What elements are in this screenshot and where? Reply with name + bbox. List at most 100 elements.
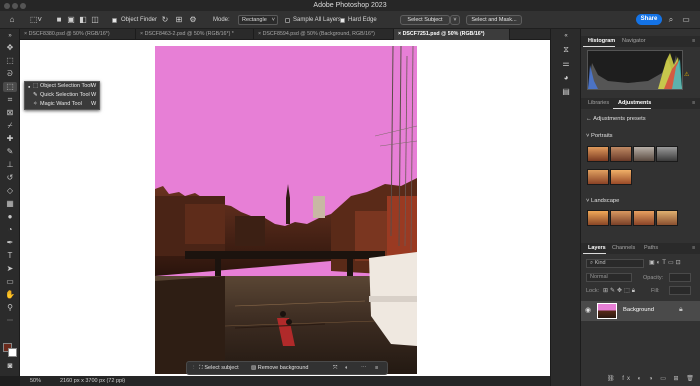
adjustment-icon[interactable]: ◐ bbox=[345, 364, 348, 373]
panel-menu-icon[interactable]: ≡ bbox=[687, 243, 695, 254]
pen-icon[interactable]: ✒ bbox=[3, 238, 17, 248]
subtract-selection-icon[interactable]: ◧ bbox=[78, 14, 88, 26]
eraser-icon[interactable]: ◇ bbox=[3, 186, 17, 196]
show-all-objects-icon[interactable]: ⊞ bbox=[174, 14, 184, 26]
lock-icon[interactable]: 🔒︎ bbox=[679, 306, 683, 314]
healing-brush-icon[interactable]: ✚ bbox=[3, 134, 17, 144]
preset-thumbnail[interactable] bbox=[610, 169, 632, 185]
warning-icon[interactable]: ⚠ bbox=[684, 71, 689, 78]
preset-thumbnail[interactable] bbox=[656, 210, 678, 226]
preset-thumbnail[interactable] bbox=[633, 210, 655, 226]
flyout-item-object-selection[interactable]: ● ⬚ Object Selection Tool W bbox=[25, 82, 99, 91]
preset-thumbnail[interactable] bbox=[587, 146, 609, 162]
path-selection-icon[interactable]: ➤ bbox=[3, 264, 17, 274]
layer-row-background[interactable]: ◉ Background 🔒︎ bbox=[581, 301, 700, 321]
shape-icon[interactable]: ▭ bbox=[3, 277, 17, 287]
select-subject-button[interactable]: Select Subject bbox=[400, 15, 450, 25]
marquee-icon[interactable]: ⬚ bbox=[3, 56, 17, 66]
lasso-icon[interactable]: ᘐ bbox=[3, 69, 17, 79]
close-window-button[interactable] bbox=[4, 3, 10, 9]
preset-thumbnail[interactable] bbox=[587, 210, 609, 226]
clone-stamp-icon[interactable]: ⊥ bbox=[3, 160, 17, 170]
doc-tab[interactable]: × DSCF8594.psd @ 50% (Background, RGB/16… bbox=[254, 29, 394, 40]
doc-tab-active[interactable]: × DSCF7251.psd @ 50% (RGB/16*) bbox=[394, 29, 510, 40]
add-selection-icon[interactable]: ▣ bbox=[66, 14, 76, 26]
preset-thumbnail[interactable] bbox=[610, 210, 632, 226]
workspace-icon[interactable]: ▭ bbox=[680, 14, 692, 26]
home-icon[interactable]: ⌂ bbox=[6, 14, 18, 26]
object-selection-tool-icon[interactable]: ⬚ bbox=[3, 82, 17, 92]
select-and-mask-button[interactable]: Select and Mask... bbox=[466, 15, 522, 25]
document-canvas-image[interactable] bbox=[155, 46, 417, 374]
mode-select[interactable]: Rectangle ˅ bbox=[238, 15, 278, 25]
blend-mode-select[interactable]: Normal bbox=[586, 273, 632, 282]
transform-icon[interactable]: ⤧ bbox=[333, 364, 337, 373]
fill-field[interactable] bbox=[669, 286, 691, 295]
sample-all-layers-checkbox[interactable] bbox=[285, 18, 290, 23]
tab-paths[interactable]: Paths bbox=[639, 243, 658, 254]
tab-layers[interactable]: Layers bbox=[583, 243, 606, 254]
preset-thumbnail[interactable] bbox=[656, 146, 678, 162]
properties-icon[interactable]: ⚌ bbox=[558, 59, 574, 69]
section-landscape[interactable]: ˅ Landscape bbox=[586, 198, 619, 204]
eyedropper-icon[interactable]: ⌿ bbox=[3, 121, 17, 131]
collapse-panels-icon[interactable]: « bbox=[558, 31, 574, 41]
lock-options-icons[interactable]: ⊞✎✥⬚🔒︎ bbox=[603, 287, 637, 295]
zoom-icon[interactable]: ⚲ bbox=[3, 303, 17, 313]
select-subject-task-button[interactable]: ⛶ Select subject bbox=[199, 364, 239, 373]
dodge-icon[interactable]: ◔ bbox=[3, 225, 17, 235]
layer-filter-select[interactable]: ⌕ Kind bbox=[586, 259, 644, 268]
swatches-icon[interactable]: ▤ bbox=[558, 87, 574, 97]
tab-libraries[interactable]: Libraries bbox=[583, 98, 609, 109]
object-finder-checkbox[interactable] bbox=[112, 18, 117, 23]
zoom-level[interactable]: 50% bbox=[30, 376, 41, 386]
preset-thumbnail[interactable] bbox=[610, 146, 632, 162]
gear-icon[interactable]: ⚙ bbox=[188, 14, 198, 26]
history-icon[interactable]: ⧖ bbox=[558, 45, 574, 55]
preset-thumbnail[interactable] bbox=[587, 169, 609, 185]
brush-icon[interactable]: ✎ bbox=[3, 147, 17, 157]
crop-icon[interactable]: ⌗ bbox=[3, 95, 17, 105]
eye-icon[interactable]: ◉ bbox=[585, 306, 591, 314]
preset-thumbnail[interactable] bbox=[633, 146, 655, 162]
quick-mask-icon[interactable]: ◙ bbox=[3, 361, 17, 371]
more-options-icon[interactable]: ⋯ bbox=[361, 364, 367, 373]
tab-channels[interactable]: Channels bbox=[607, 243, 635, 254]
share-button[interactable]: Share bbox=[636, 14, 662, 25]
move-icon[interactable]: ✥ bbox=[3, 43, 17, 53]
panel-menu-icon[interactable]: ≡ bbox=[687, 36, 695, 47]
zoom-window-button[interactable] bbox=[20, 3, 26, 9]
layers-footer-icons[interactable]: ⛓ fx ◐ ◑ ▭ ⊞ 🗑︎ bbox=[607, 375, 697, 382]
color-icon[interactable]: ◕ bbox=[558, 73, 574, 83]
gradient-icon[interactable]: ▦ bbox=[3, 199, 17, 209]
more-tools-icon[interactable]: ⋯ bbox=[3, 316, 17, 326]
select-subject-dropdown[interactable]: ˅ bbox=[450, 15, 460, 25]
flyout-item-quick-selection[interactable]: ✎ Quick Selection Tool W bbox=[25, 91, 99, 100]
intersect-selection-icon[interactable]: ◫ bbox=[90, 14, 100, 26]
remove-background-task-button[interactable]: ▨ Remove background bbox=[251, 364, 309, 373]
history-brush-icon[interactable]: ↺ bbox=[3, 173, 17, 183]
object-selection-icon[interactable]: ⬚˅ bbox=[26, 14, 46, 26]
settings-icon[interactable]: ≡ bbox=[375, 364, 378, 373]
chevron-right-icon[interactable]: › bbox=[122, 376, 124, 386]
search-icon[interactable]: ⌕ bbox=[666, 14, 676, 26]
type-icon[interactable]: T bbox=[3, 251, 17, 261]
tab-navigator[interactable]: Navigator bbox=[617, 36, 646, 47]
doc-tab[interactable]: × DSCF8463-2.psd @ 50% (RGB/16*) * bbox=[136, 29, 254, 40]
section-portraits[interactable]: ˅ Portraits bbox=[586, 133, 613, 139]
flyout-item-magic-wand[interactable]: ✧ Magic Wand Tool W bbox=[25, 100, 99, 109]
panel-menu-icon[interactable]: ≡ bbox=[687, 98, 695, 109]
drag-handle-icon[interactable]: ⋮ bbox=[191, 364, 197, 373]
hand-icon[interactable]: ✋ bbox=[3, 290, 17, 300]
new-selection-icon[interactable]: ■ bbox=[54, 14, 64, 26]
minimize-window-button[interactable] bbox=[12, 3, 18, 9]
frame-icon[interactable]: ⊠ bbox=[3, 108, 17, 118]
opacity-field[interactable] bbox=[669, 273, 691, 282]
doc-tab[interactable]: × DSCF8380.psd @ 50% (RGB/16*) bbox=[20, 29, 136, 40]
tab-adjustments[interactable]: Adjustments bbox=[613, 98, 652, 109]
refresh-icon[interactable]: ↻ bbox=[160, 14, 170, 26]
background-color-swatch[interactable] bbox=[8, 348, 17, 357]
adjustments-presets-header[interactable]: ← Adjustments presets bbox=[586, 116, 646, 122]
layer-filter-icons[interactable]: ▣◐T▭⊡ bbox=[649, 259, 683, 266]
collapse-toolbar-icon[interactable]: » bbox=[3, 31, 17, 41]
